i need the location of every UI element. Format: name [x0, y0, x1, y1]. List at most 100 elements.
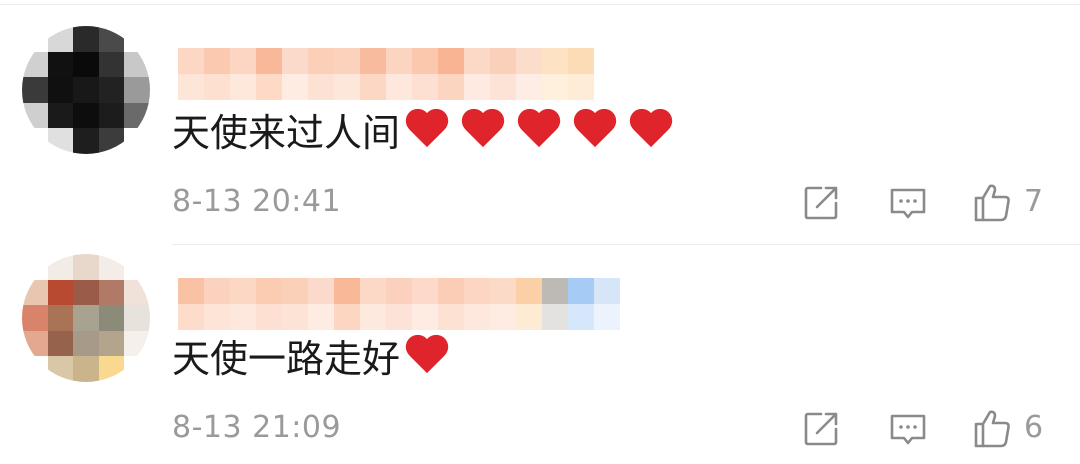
avatar-pixel	[98, 356, 125, 382]
avatar-pixel	[73, 279, 99, 306]
username-pixel	[230, 74, 256, 100]
avatar-pixel	[47, 254, 74, 280]
avatar[interactable]	[22, 254, 150, 382]
username-pixel	[308, 278, 334, 304]
username-pixel	[360, 48, 386, 74]
comment-item: 天使一路走好 8-13 21:09 6	[0, 224, 1080, 448]
comment-timestamp: 8-13 20:41	[172, 184, 342, 219]
username-pixel	[360, 278, 386, 304]
avatar-pixel	[22, 51, 48, 78]
avatar-pixel	[22, 102, 48, 129]
avatar-pixel	[22, 26, 48, 52]
username-pixel	[256, 304, 282, 330]
share-icon[interactable]	[799, 181, 843, 225]
username-pixel	[438, 48, 464, 74]
username-pixel	[464, 278, 490, 304]
username-pixel	[490, 304, 516, 330]
comment-text: 天使一路走好	[172, 336, 450, 378]
username-pixel	[594, 304, 620, 330]
username-pixel	[256, 48, 282, 74]
avatar-pixel	[47, 330, 74, 357]
username-pixel	[386, 74, 412, 100]
username-pixel	[178, 304, 204, 330]
avatar-pixel	[22, 305, 48, 331]
red-heart-emoji	[572, 110, 618, 150]
avatar-pixel	[22, 77, 48, 103]
avatar-pixel	[73, 77, 99, 103]
red-heart-emoji	[404, 110, 450, 150]
avatar-pixel	[98, 51, 125, 78]
reply-icon[interactable]	[886, 408, 930, 452]
username-blurred[interactable]	[178, 48, 594, 100]
username-pixel	[360, 74, 386, 100]
avatar-pixel	[47, 356, 74, 382]
username-pixel	[204, 278, 230, 304]
red-heart-emoji	[516, 110, 562, 150]
username-pixel	[464, 48, 490, 74]
avatar-pixel	[98, 26, 125, 52]
avatar-pixel	[73, 356, 99, 382]
avatar-pixel	[73, 26, 99, 52]
username-pixel	[386, 278, 412, 304]
avatar-pixel	[98, 305, 125, 331]
avatar-pixel	[124, 330, 150, 357]
username-pixel	[568, 48, 594, 74]
username-pixel	[386, 304, 412, 330]
like-thumb-icon[interactable]	[970, 180, 1014, 224]
username-pixel	[594, 278, 620, 304]
username-pixel	[490, 48, 516, 74]
username-pixel	[438, 278, 464, 304]
avatar-pixel	[22, 279, 48, 306]
avatar-pixel	[98, 102, 125, 129]
avatar-pixel	[98, 254, 125, 280]
avatar-pixel	[73, 51, 99, 78]
avatar-pixel	[98, 330, 125, 357]
avatar[interactable]	[22, 26, 150, 154]
avatar-pixel	[22, 254, 48, 280]
avatar-pixel	[124, 254, 150, 280]
username-pixel	[178, 278, 204, 304]
username-pixel	[230, 48, 256, 74]
avatar-pixel	[47, 77, 74, 103]
username-pixel	[308, 48, 334, 74]
username-pixel	[256, 74, 282, 100]
like-thumb-icon[interactable]	[970, 406, 1014, 450]
red-heart-emoji	[460, 110, 506, 150]
comment-text-content: 天使来过人间	[172, 111, 401, 155]
avatar-pixel	[73, 102, 99, 129]
username-pixel	[230, 304, 256, 330]
username-pixel	[412, 304, 438, 330]
username-pixel	[568, 278, 594, 304]
avatar-pixel	[22, 330, 48, 357]
avatar-pixel	[73, 330, 99, 357]
username-blurred[interactable]	[178, 278, 620, 330]
like-count: 7	[1024, 184, 1044, 219]
username-pixel	[516, 278, 542, 304]
username-pixel	[308, 304, 334, 330]
reply-icon[interactable]	[886, 182, 930, 226]
username-pixel	[334, 48, 360, 74]
username-pixel	[360, 304, 386, 330]
username-pixel	[516, 48, 542, 74]
username-pixel	[490, 74, 516, 100]
share-icon[interactable]	[799, 407, 843, 451]
username-pixel	[230, 278, 256, 304]
like-count: 6	[1024, 410, 1044, 445]
avatar-pixel	[73, 128, 99, 154]
username-pixel	[308, 74, 334, 100]
username-pixel	[386, 48, 412, 74]
username-pixel	[464, 304, 490, 330]
username-pixel	[490, 278, 516, 304]
username-pixel	[334, 74, 360, 100]
avatar-pixel	[124, 305, 150, 331]
red-heart-emoji	[404, 336, 450, 376]
username-pixel	[542, 304, 568, 330]
username-pixel	[412, 48, 438, 74]
username-pixel	[438, 304, 464, 330]
avatar-pixel	[98, 128, 125, 154]
red-heart-emoji	[628, 110, 674, 150]
avatar-pixel	[47, 102, 74, 129]
username-pixel	[282, 48, 308, 74]
username-pixel	[282, 304, 308, 330]
avatar-pixel	[47, 279, 74, 306]
